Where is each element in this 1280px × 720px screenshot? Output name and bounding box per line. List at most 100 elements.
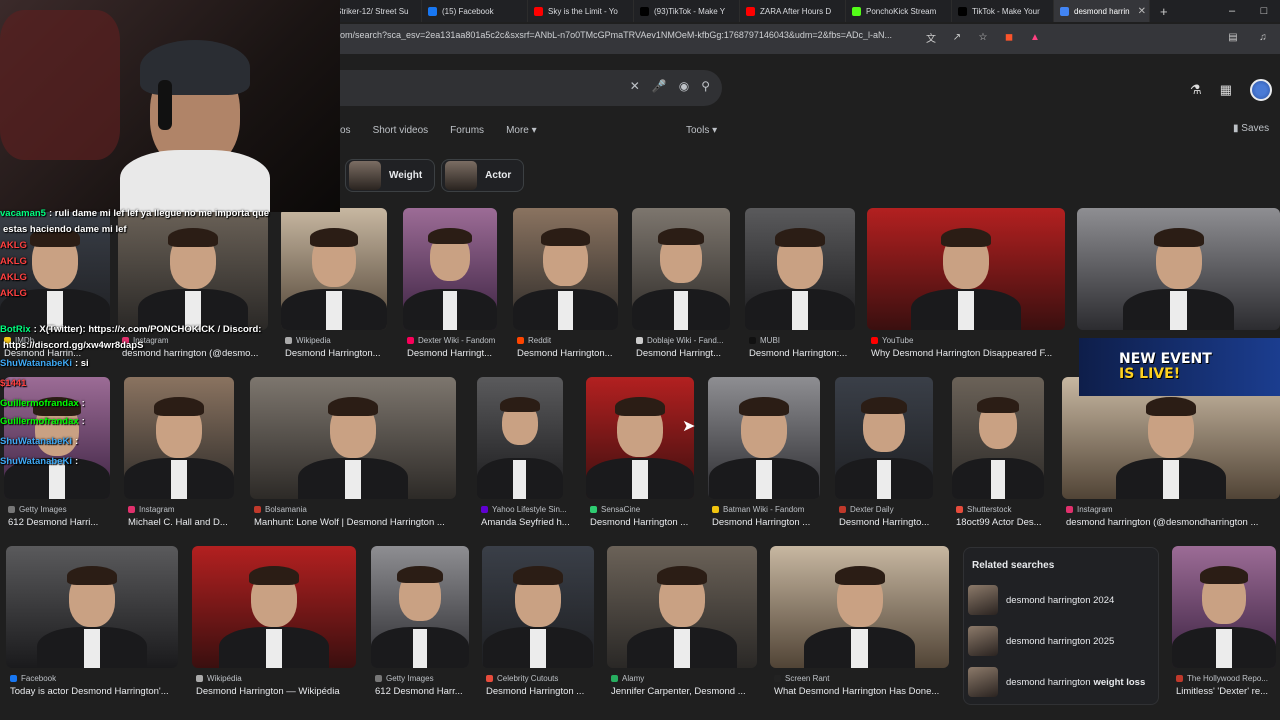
sidebar-icon[interactable]: ▤	[1224, 28, 1242, 46]
image-result-card[interactable]: Batman Wiki - Fandom Desmond Harrington .…	[708, 377, 820, 533]
result-thumbnail[interactable]	[1077, 208, 1280, 330]
image-result-card[interactable]: Yahoo Lifestyle Sin... Amanda Seyfried h.…	[477, 377, 570, 533]
result-thumbnail[interactable]	[124, 377, 234, 499]
image-result-card[interactable]: The Hollywood Repo... Limitless' 'Dexter'…	[1172, 546, 1276, 702]
brave-rewards-icon[interactable]: ▲	[1026, 28, 1044, 46]
filter-chip[interactable]: Actor	[441, 159, 525, 192]
result-thumbnail[interactable]	[250, 377, 456, 499]
new-tab-icon[interactable]: +	[1150, 4, 1178, 19]
browser-tab[interactable]: TikTok - Make Your	[952, 0, 1054, 22]
result-thumbnail[interactable]	[607, 546, 757, 668]
result-title[interactable]: 612 Desmond Harr...	[375, 686, 479, 697]
image-result-card[interactable]: Getty Images 612 Desmond Harr...	[371, 546, 469, 702]
tools-button[interactable]: Tools ▾	[686, 125, 717, 136]
minimize-icon[interactable]: –	[1216, 0, 1248, 22]
result-title[interactable]: Desmond Harrington — Wikipédia	[196, 686, 366, 697]
image-result-card[interactable]: Reddit Desmond Harrington...	[513, 208, 618, 364]
result-title[interactable]: Desmond Harringt...	[636, 348, 740, 359]
search-tab[interactable]: os	[340, 125, 351, 136]
image-result-card[interactable]: Dexter Wiki - Fandom Desmond Harringt...	[403, 208, 497, 364]
related-search-item[interactable]: desmond harrington weight loss	[968, 666, 1156, 698]
search-icon[interactable]: ⚲	[701, 79, 710, 93]
image-result-card[interactable]: Alamy Jennifer Carpenter, Desmond ...	[607, 546, 757, 702]
browser-tab[interactable]: desmond harrin ✕	[1054, 0, 1150, 22]
search-tab[interactable]: Short videos	[373, 125, 429, 136]
browser-tab[interactable]: (15) Facebook	[422, 0, 528, 22]
result-thumbnail[interactable]	[632, 208, 730, 330]
image-result-card[interactable]: Instagram Michael C. Hall and D...	[124, 377, 234, 533]
microphone-icon[interactable]: 🎤	[652, 79, 667, 93]
result-thumbnail[interactable]	[371, 546, 469, 668]
playlist-icon[interactable]: ♫	[1254, 28, 1272, 46]
result-thumbnail[interactable]	[482, 546, 594, 668]
result-thumbnail[interactable]	[586, 377, 694, 499]
result-title[interactable]: Manhunt: Lone Wolf | Desmond Harrington …	[254, 517, 466, 528]
result-thumbnail[interactable]	[513, 208, 618, 330]
image-result-card[interactable]: Celebrity Cutouts Desmond Harrington ...	[482, 546, 594, 702]
image-result-card[interactable]: SensaCine Desmond Harrington ...	[586, 377, 694, 533]
image-result-card[interactable]: YouTube Why Desmond Harrington Disappeare…	[867, 208, 1065, 364]
related-search-item[interactable]: desmond harrington 2025	[968, 625, 1156, 657]
saves-button[interactable]: ▮ Saves	[1233, 123, 1269, 134]
result-title[interactable]: Desmond Harrington ...	[590, 517, 704, 528]
result-thumbnail[interactable]	[770, 546, 949, 668]
browser-tab[interactable]: (93)TikTok - Make Y	[634, 0, 740, 22]
avatar[interactable]	[1250, 79, 1272, 101]
image-result-card[interactable]: MUBI Desmond Harrington:...	[745, 208, 855, 364]
result-thumbnail[interactable]	[835, 377, 933, 499]
result-thumbnail[interactable]	[867, 208, 1065, 330]
result-thumbnail[interactable]	[952, 377, 1044, 499]
result-title[interactable]: Why Desmond Harrington Disappeared F...	[871, 348, 1075, 359]
image-result-card[interactable]: Facebook Today is actor Desmond Harringto…	[6, 546, 178, 702]
related-search-item[interactable]: desmond harrington 2024	[968, 584, 1156, 616]
image-result-card[interactable]: Wikipédia Desmond Harrington — Wikipédia	[192, 546, 356, 702]
image-result-card[interactable]: Screen Rant What Desmond Harrington Has D…	[770, 546, 949, 702]
result-title[interactable]: What Desmond Harrington Has Done...	[774, 686, 959, 697]
browser-tab[interactable]: ZARA After Hours D	[740, 0, 846, 22]
browser-tab[interactable]: Sky is the Limit - Yo	[528, 0, 634, 22]
result-title[interactable]: Limitless' 'Dexter' re...	[1176, 686, 1280, 697]
result-title[interactable]: desmond harrington (@desmondharrington .…	[1066, 517, 1280, 528]
brave-shield-icon[interactable]: ◼	[1000, 28, 1018, 46]
result-thumbnail[interactable]	[6, 546, 178, 668]
result-title[interactable]: 18oct99 Actor Des...	[956, 517, 1054, 528]
result-thumbnail[interactable]	[477, 377, 563, 499]
image-result-card[interactable]: Doblaje Wiki - Fand... Desmond Harringt..…	[632, 208, 730, 364]
banner-line-2: IS LIVE!	[1119, 366, 1181, 382]
search-input[interactable]: ✕ 🎤 ◉ ⚲	[330, 70, 722, 106]
result-title[interactable]: Desmond Harrington...	[517, 348, 628, 359]
result-title[interactable]: Desmond Harringt...	[407, 348, 507, 359]
result-title[interactable]: Michael C. Hall and D...	[128, 517, 244, 528]
result-thumbnail[interactable]	[403, 208, 497, 330]
search-tab[interactable]: Forums	[450, 125, 484, 136]
translate-icon[interactable]: 文	[922, 28, 940, 46]
close-tab-icon[interactable]: ✕	[1138, 6, 1146, 17]
bookmark-icon[interactable]: ☆	[974, 28, 992, 46]
result-thumbnail[interactable]	[1172, 546, 1276, 668]
result-title[interactable]: Jennifer Carpenter, Desmond ...	[611, 686, 767, 697]
url-text[interactable]: om/search?sca_esv=2ea131aa801a5c2c&sxsrf…	[340, 30, 920, 40]
lens-icon[interactable]: ◉	[679, 79, 689, 93]
image-result-card[interactable]: Bolsamania Manhunt: Lone Wolf | Desmond H…	[250, 377, 456, 533]
result-thumbnail[interactable]	[745, 208, 855, 330]
image-result-card[interactable]: Dexter Daily Desmond Harringto...	[835, 377, 933, 533]
result-title[interactable]: Desmond Harringto...	[839, 517, 943, 528]
result-title[interactable]: Today is actor Desmond Harrington'...	[10, 686, 188, 697]
result-title[interactable]: Amanda Seyfried h...	[481, 517, 573, 528]
filter-chip[interactable]: Weight	[345, 159, 436, 192]
result-title[interactable]: Desmond Harrington:...	[749, 348, 865, 359]
labs-icon[interactable]: ⚗	[1190, 82, 1202, 98]
clear-icon[interactable]: ✕	[630, 79, 640, 93]
image-result-card[interactable]: Shutterstock 18oct99 Actor Des...	[952, 377, 1044, 533]
result-thumbnail[interactable]	[192, 546, 356, 668]
result-title[interactable]: Desmond Harrington ...	[712, 517, 830, 528]
maximize-icon[interactable]: □	[1248, 0, 1280, 22]
image-result-card[interactable]: Instagram desmond harrington (@desmondhar…	[1062, 377, 1280, 533]
result-title[interactable]: Desmond Harrington ...	[486, 686, 604, 697]
search-tab[interactable]: More ▾	[506, 125, 537, 136]
browser-tab[interactable]: PonchoKick Stream	[846, 0, 952, 22]
result-thumbnail[interactable]	[708, 377, 820, 499]
share-icon[interactable]: ↗	[948, 28, 966, 46]
apps-grid-icon[interactable]: ▦	[1220, 82, 1232, 98]
result-title[interactable]: 612 Desmond Harri...	[8, 517, 120, 528]
